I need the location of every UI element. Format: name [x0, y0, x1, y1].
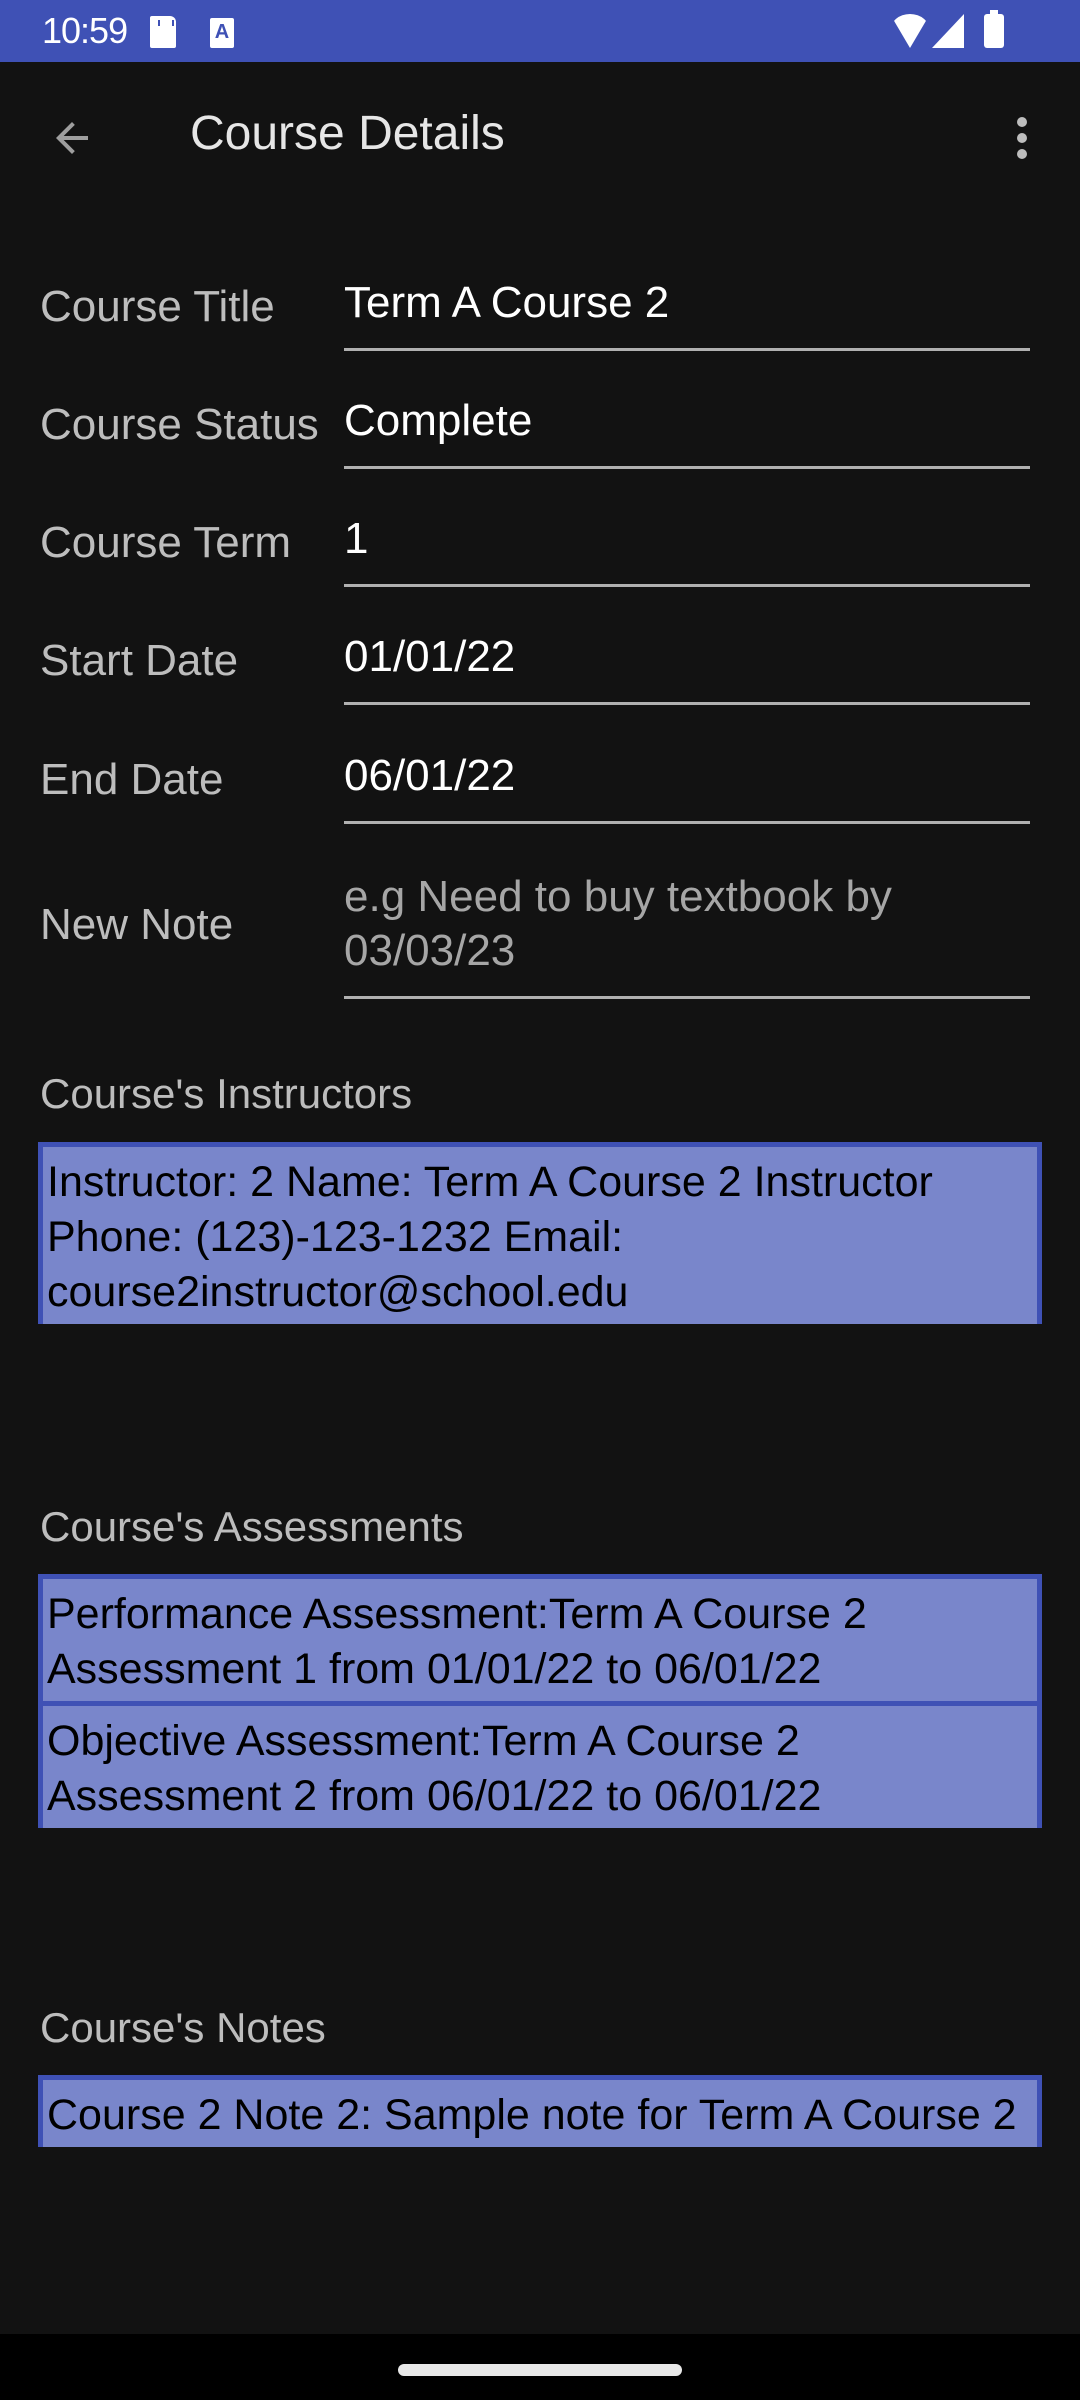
new-note-label: New Note: [40, 900, 234, 949]
assessments-list: Performance Assessment:Term A Course 2 A…: [38, 1574, 1042, 1828]
status-bar: 10:59 A: [0, 0, 1080, 62]
end-date-input[interactable]: 06/01/22: [344, 749, 1030, 824]
assessment-list-item[interactable]: Performance Assessment:Term A Course 2 A…: [43, 1579, 1037, 1701]
note-list-item[interactable]: Course 2 Note 2: Sample note for Term A …: [43, 2080, 1037, 2147]
battery-icon: [984, 10, 1004, 48]
instructors-header: Course's Instructors: [40, 1070, 413, 1117]
course-status-input[interactable]: Complete: [344, 394, 1030, 469]
start-date-input[interactable]: 01/01/22: [344, 630, 1030, 705]
assessments-header: Course's Assessments: [40, 1503, 464, 1550]
navigation-bar: [0, 2334, 1080, 2400]
status-time: 10:59: [42, 10, 128, 51]
instructor-list-item[interactable]: Instructor: 2 Name: Term A Course 2 Inst…: [43, 1147, 1037, 1324]
course-status-label: Course Status: [40, 400, 319, 449]
signal-icon: [932, 14, 964, 48]
course-term-label: Course Term: [40, 518, 292, 567]
notes-header: Course's Notes: [40, 2004, 326, 2051]
notes-list: Course 2 Note 2: Sample note for Term A …: [38, 2075, 1042, 2147]
assessment-list-item[interactable]: Objective Assessment:Term A Course 2 Ass…: [43, 1706, 1037, 1828]
sd-card-icon: [150, 16, 176, 48]
wifi-icon: [890, 14, 930, 48]
more-vert-icon: [1017, 117, 1027, 127]
more-vert-icon-dot: [1017, 149, 1027, 159]
end-date-label: End Date: [40, 755, 224, 804]
course-term-input[interactable]: 1: [344, 512, 1030, 587]
home-gesture-handle[interactable]: [398, 2364, 682, 2376]
overflow-menu-button[interactable]: [1000, 102, 1044, 174]
page-title: Course Details: [190, 107, 505, 160]
app-bar: Course Details: [0, 62, 1080, 212]
start-date-label: Start Date: [40, 636, 239, 685]
a-notification-icon: A: [210, 18, 234, 48]
instructors-list: Instructor: 2 Name: Term A Course 2 Inst…: [38, 1142, 1042, 1324]
new-note-input[interactable]: e.g Need to buy textbook by 03/03/23: [344, 870, 1030, 999]
back-button[interactable]: [36, 102, 108, 174]
arrow-back-icon: [56, 122, 88, 154]
course-title-label: Course Title: [40, 282, 275, 331]
more-vert-icon-dot: [1017, 133, 1027, 143]
course-title-input[interactable]: Term A Course 2: [344, 276, 1030, 351]
